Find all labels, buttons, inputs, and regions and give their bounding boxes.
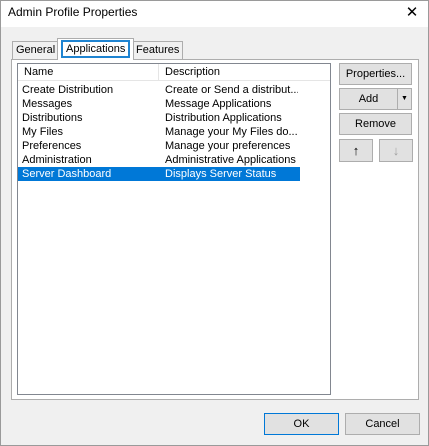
dialog-window: Admin Profile Properties ✕ General Appli… — [0, 0, 429, 446]
item-description: Manage your preferences — [165, 140, 291, 152]
list-item[interactable]: Distributions Distribution Applications — [18, 111, 300, 125]
item-description: Displays Server Status — [165, 168, 277, 180]
title-bar[interactable]: Admin Profile Properties ✕ — [1, 1, 428, 27]
item-name: Preferences — [22, 140, 82, 152]
item-name: Distributions — [22, 112, 83, 124]
move-up-button[interactable]: ↑ — [339, 139, 373, 162]
add-button-label: Add — [358, 93, 379, 105]
close-icon[interactable]: ✕ — [402, 4, 422, 22]
item-name: My Files — [22, 126, 63, 138]
cancel-button[interactable]: Cancel — [345, 413, 420, 435]
tab-general-label: General — [16, 44, 56, 56]
list-item[interactable]: Create Distribution Create or Send a dis… — [18, 83, 300, 97]
arrow-down-icon: ↓ — [392, 143, 400, 158]
tab-applications-label: Applications — [61, 40, 131, 58]
list-item[interactable]: My Files Manage your My Files do... — [18, 125, 300, 139]
remove-button[interactable]: Remove — [339, 113, 412, 135]
tab-features[interactable]: Features — [132, 41, 184, 59]
item-name: Messages — [22, 98, 73, 110]
list-item[interactable]: Administration Administrative Applicatio… — [18, 153, 300, 167]
ok-button[interactable]: OK — [264, 413, 339, 435]
ok-button-label: OK — [293, 418, 310, 430]
list-item[interactable]: Messages Message Applications — [18, 97, 300, 111]
applications-list[interactable]: Name Description Create Distribution Cre… — [17, 63, 331, 395]
arrow-up-icon: ↑ — [352, 143, 360, 158]
item-description: Distribution Applications — [165, 112, 282, 124]
tab-applications[interactable]: Applications — [57, 38, 135, 60]
tab-general[interactable]: General — [12, 41, 60, 59]
move-down-button[interactable]: ↓ — [379, 139, 413, 162]
properties-button-label: Properties... — [345, 68, 406, 80]
add-button[interactable]: Add ▼ — [339, 88, 412, 110]
list-item[interactable]: Preferences Manage your preferences — [18, 139, 300, 153]
column-header-name[interactable]: Name — [18, 64, 159, 81]
item-description: Message Applications — [165, 98, 272, 110]
list-rows: Create Distribution Create or Send a dis… — [18, 83, 330, 181]
item-description: Create or Send a distribut... — [165, 84, 298, 96]
cancel-button-label: Cancel — [365, 418, 400, 430]
item-name: Create Distribution — [22, 84, 114, 96]
properties-button[interactable]: Properties... — [339, 63, 412, 85]
item-description: Administrative Applications — [165, 154, 296, 166]
item-description: Manage your My Files do... — [165, 126, 298, 138]
column-header-description[interactable]: Description — [159, 64, 330, 81]
list-item-selected[interactable]: Server Dashboard Displays Server Status — [18, 167, 300, 181]
window-title: Admin Profile Properties — [8, 5, 138, 19]
item-name: Administration — [22, 154, 92, 166]
tab-features-label: Features — [136, 44, 180, 56]
remove-button-label: Remove — [355, 118, 396, 130]
chevron-down-icon[interactable]: ▼ — [397, 89, 411, 109]
list-header: Name Description — [18, 64, 330, 81]
item-name: Server Dashboard — [22, 168, 112, 180]
